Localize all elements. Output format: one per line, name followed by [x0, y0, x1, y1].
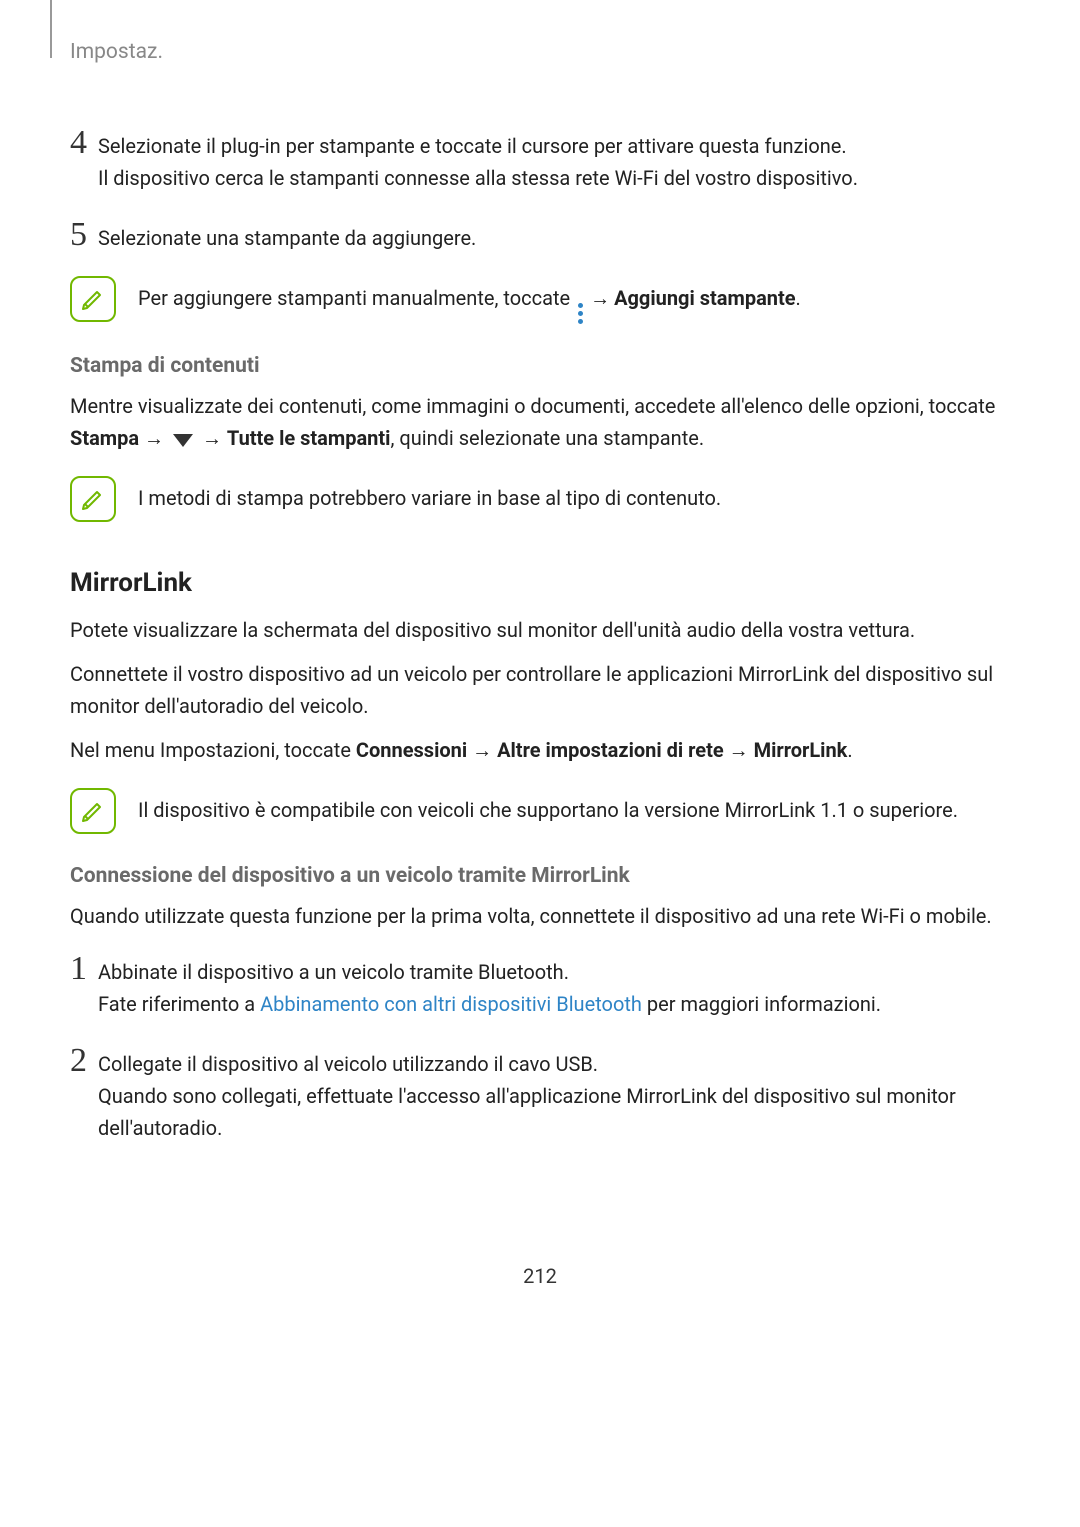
- connect-intro: Quando utilizzate questa funzione per la…: [70, 900, 1010, 932]
- page-header: Impostaz.: [70, 40, 1010, 64]
- note-text: I metodi di stampa potrebbero variare in…: [138, 474, 721, 514]
- step-number: 1: [70, 950, 98, 1020]
- arrow-icon: →: [197, 426, 227, 450]
- dropdown-triangle-icon: [173, 434, 193, 447]
- text: Fate riferimento a: [98, 992, 260, 1016]
- step-5: 5 Selezionate una stampante da aggiunger…: [70, 216, 1010, 254]
- step-body: Collegate il dispositivo al veicolo util…: [98, 1042, 1010, 1144]
- step-line: Selezionate una stampante da aggiungere.: [98, 222, 476, 254]
- link-bluetooth-pairing[interactable]: Abbinamento con altri dispositivi Blueto…: [260, 992, 642, 1016]
- more-options-icon: [578, 303, 583, 324]
- mirror-p3: Nel menu Impostazioni, toccate Connessio…: [70, 734, 1010, 766]
- note-print-methods: I metodi di stampa potrebbero variare in…: [70, 474, 1010, 522]
- step-number: 4: [70, 124, 98, 194]
- note-add-printer: Per aggiungere stampanti manualmente, to…: [70, 274, 1010, 324]
- pencil-icon: [79, 797, 107, 825]
- note-mirrorlink-compat: Il dispositivo è compatibile con veicoli…: [70, 786, 1010, 834]
- arrow-icon: →: [139, 426, 169, 450]
- arrow-icon: →: [467, 738, 497, 762]
- step-line: Quando sono collegati, effettuate l'acce…: [98, 1080, 1010, 1144]
- print-paragraph: Mentre visualizzate dei contenuti, come …: [70, 390, 1010, 454]
- heading-connect-vehicle: Connessione del dispositivo a un veicolo…: [70, 864, 1010, 888]
- note-icon: [70, 276, 116, 322]
- text: .: [847, 738, 852, 762]
- heading-mirrorlink: MirrorLink: [70, 568, 1010, 598]
- step-line: Collegate il dispositivo al veicolo util…: [98, 1048, 1010, 1080]
- step-number: 2: [70, 1042, 98, 1144]
- step-body: Abbinate il dispositivo a un veicolo tra…: [98, 950, 881, 1020]
- step-body: Selezionate il plug-in per stampante e t…: [98, 124, 858, 194]
- pencil-icon: [79, 485, 107, 513]
- step-number: 5: [70, 216, 98, 254]
- note-prefix: Per aggiungere stampanti manualmente, to…: [138, 286, 575, 310]
- bold-altre: Altre impostazioni di rete: [497, 738, 724, 762]
- heading-print-content: Stampa di contenuti: [70, 354, 1010, 378]
- step-line: Abbinate il dispositivo a un veicolo tra…: [98, 956, 881, 988]
- bold-tutte: Tutte le stampanti: [227, 426, 391, 450]
- note-icon: [70, 476, 116, 522]
- mirror-step-2: 2 Collegate il dispositivo al veicolo ut…: [70, 1042, 1010, 1144]
- arrow-icon: →: [590, 286, 610, 310]
- note-icon: [70, 788, 116, 834]
- step-line: Il dispositivo cerca le stampanti connes…: [98, 162, 858, 194]
- text: Nel menu Impostazioni, toccate: [70, 738, 356, 762]
- note-text: Per aggiungere stampanti manualmente, to…: [138, 274, 801, 324]
- arrow-icon: →: [724, 738, 754, 762]
- step-body: Selezionate una stampante da aggiungere.: [98, 216, 476, 254]
- bold-mirrorlink: MirrorLink: [754, 738, 848, 762]
- text: per maggiori informazioni.: [642, 992, 881, 1016]
- mirror-p1: Potete visualizzare la schermata del dis…: [70, 614, 1010, 646]
- bold-stampa: Stampa: [70, 426, 139, 450]
- note-text: Il dispositivo è compatibile con veicoli…: [138, 786, 958, 826]
- header-rule: [50, 0, 52, 58]
- step-line: Fate riferimento a Abbinamento con altri…: [98, 988, 881, 1020]
- text: Mentre visualizzate dei contenuti, come …: [70, 394, 995, 418]
- step-4: 4 Selezionate il plug-in per stampante e…: [70, 124, 1010, 194]
- mirror-p2: Connettete il vostro dispositivo ad un v…: [70, 658, 1010, 722]
- pencil-icon: [79, 285, 107, 313]
- text: , quindi selezionate una stampante.: [390, 426, 704, 450]
- note-bold: Aggiungi stampante: [614, 286, 795, 310]
- note-suffix: .: [796, 286, 801, 310]
- page-number: 212: [70, 1264, 1010, 1288]
- step-line: Selezionate il plug-in per stampante e t…: [98, 130, 858, 162]
- mirror-step-1: 1 Abbinate il dispositivo a un veicolo t…: [70, 950, 1010, 1020]
- bold-connessioni: Connessioni: [356, 738, 467, 762]
